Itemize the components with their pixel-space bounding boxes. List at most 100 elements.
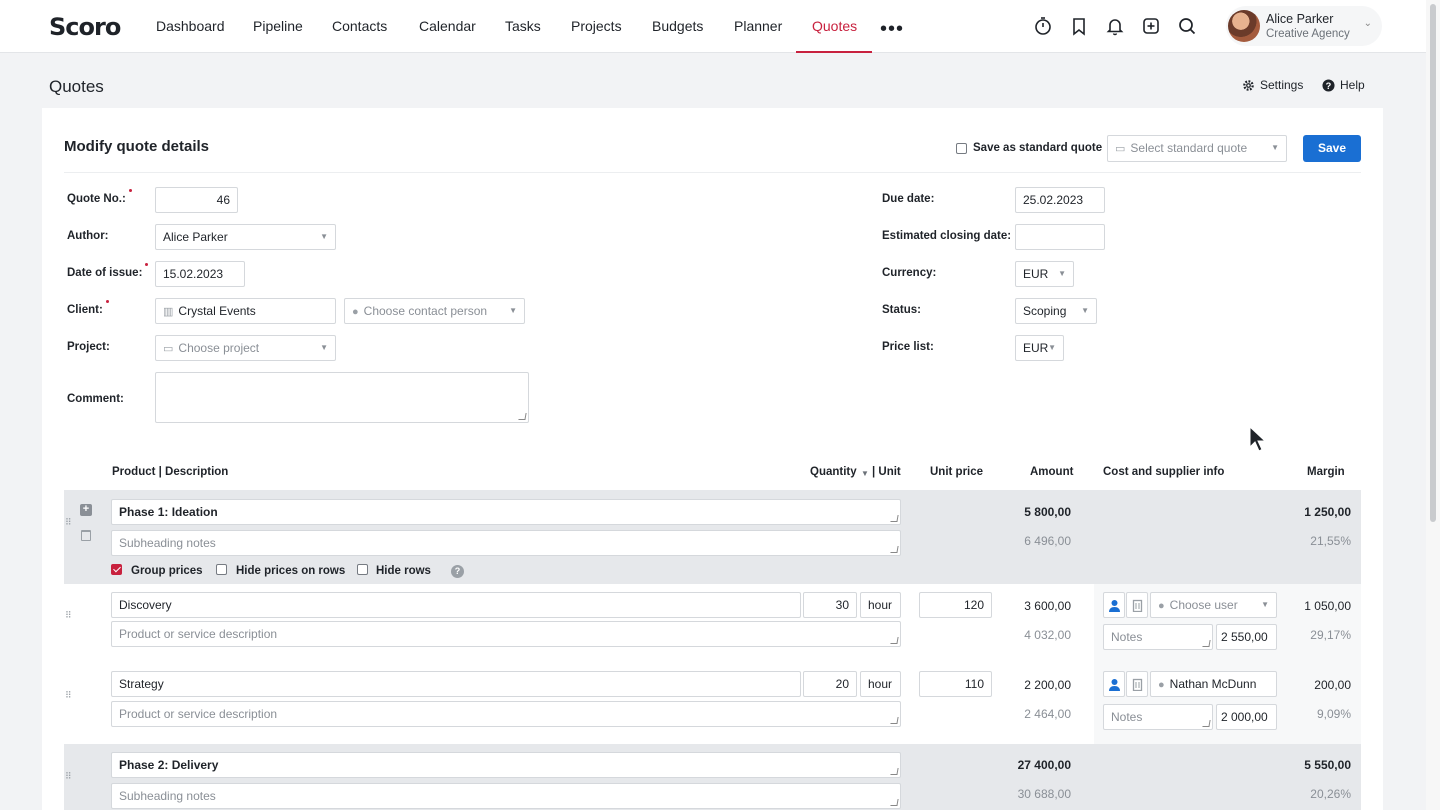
hide-prices-checkbox[interactable] [216, 564, 227, 575]
drag-handle-icon[interactable]: ⠿ [65, 691, 72, 700]
supplier-cost-toggle[interactable] [1126, 592, 1148, 618]
save-button[interactable]: Save [1303, 135, 1361, 162]
row-2-description-input[interactable]: Product or service description [111, 701, 901, 727]
row-2-user-value: Nathan McDunn [1169, 677, 1257, 691]
row-1-unit-price-input[interactable]: 120 [919, 592, 992, 618]
divider [64, 172, 1361, 173]
price-list-value: EUR [1023, 341, 1049, 355]
status-select[interactable]: Scoping ▼ [1015, 298, 1097, 324]
page-title: Quotes [49, 77, 104, 96]
price-list-select[interactable]: EUR ▼ [1015, 335, 1064, 361]
quote-no-input[interactable]: 46 [155, 187, 238, 213]
due-date-input[interactable]: 25.02.2023 [1015, 187, 1105, 213]
internal-cost-toggle[interactable] [1103, 671, 1125, 697]
nav-tasks[interactable]: Tasks [505, 0, 541, 53]
nav-calendar[interactable]: Calendar [419, 0, 476, 53]
nav-contacts[interactable]: Contacts [332, 0, 387, 53]
row-1-user-placeholder: Choose user [1169, 598, 1238, 612]
row-1-cost-input[interactable]: 2 550,00 [1216, 624, 1277, 650]
row-2-unit-price-input[interactable]: 110 [919, 671, 992, 697]
status-label: Status: [882, 304, 921, 316]
row-2-notes-placeholder: Notes [1111, 710, 1143, 724]
row-2-unit-input[interactable]: hour [860, 671, 901, 697]
search-icon[interactable] [1177, 16, 1197, 36]
contact-person-select[interactable]: ● Choose contact person ▼ [344, 298, 525, 324]
bookmark-icon[interactable] [1069, 16, 1089, 36]
row-2-user-select[interactable]: ● Nathan McDunn [1150, 671, 1277, 697]
column-header-unit: | Unit [872, 466, 901, 478]
project-select[interactable]: ▭ Choose project ▼ [155, 335, 336, 361]
help-icon[interactable]: ? [451, 565, 464, 578]
nav-quotes[interactable]: Quotes [796, 0, 872, 53]
drag-handle-icon[interactable]: ⠿ [65, 518, 72, 527]
nav-budgets[interactable]: Budgets [652, 0, 703, 53]
row-2-cost-input[interactable]: 2 000,00 [1216, 704, 1277, 730]
user-menu[interactable]: Alice Parker Creative Agency ⌄ [1226, 6, 1382, 46]
row-2-quantity-input[interactable]: 20 [803, 671, 857, 697]
caret-down-icon: ▼ [1271, 143, 1279, 152]
phase-2-title-input[interactable]: Phase 2: Delivery [111, 752, 901, 778]
gear-icon [1243, 79, 1254, 91]
row-1-amount: 3 600,00 [1024, 599, 1071, 613]
phase-2-margin: 5 550,00 [1304, 758, 1351, 772]
row-2-notes-input[interactable]: Notes [1103, 704, 1213, 730]
client-value: Crystal Events [178, 304, 256, 318]
sort-caret-icon[interactable]: ▼ [861, 469, 869, 478]
nav-planner[interactable]: Planner [734, 0, 782, 53]
caret-down-icon: ▼ [509, 306, 517, 315]
avatar [1228, 10, 1260, 42]
add-row-icon[interactable]: + [80, 504, 92, 516]
caret-down-icon: ▼ [1048, 343, 1056, 352]
help-link[interactable]: ? Help [1322, 78, 1365, 92]
svg-text:?: ? [1326, 80, 1332, 90]
building-icon [1132, 678, 1143, 691]
caret-down-icon: ▼ [1261, 600, 1269, 609]
row-1-user-select[interactable]: ● Choose user ▼ [1150, 592, 1277, 618]
author-select[interactable]: Alice Parker ▼ [155, 224, 336, 250]
phase-1-title-input[interactable]: Phase 1: Ideation [111, 499, 901, 525]
comment-textarea[interactable] [155, 372, 529, 423]
hide-rows-checkbox[interactable] [357, 564, 368, 575]
nav-pipeline[interactable]: Pipeline [253, 0, 303, 53]
more-nav-icon[interactable]: ••• [880, 18, 904, 41]
select-standard-quote[interactable]: ▭ Select standard quote ▼ [1107, 135, 1287, 162]
bell-icon[interactable] [1105, 16, 1125, 36]
scoro-logo[interactable]: Scoro [49, 13, 121, 41]
save-as-standard-label: Save as standard quote [973, 142, 1103, 154]
settings-link[interactable]: Settings [1242, 78, 1303, 92]
column-header-product: Product | Description [112, 466, 229, 478]
trash-icon[interactable] [81, 530, 91, 541]
caret-down-icon: ▼ [320, 343, 328, 352]
date-of-issue-input[interactable]: 15.02.2023 [155, 261, 245, 287]
nav-projects[interactable]: Projects [571, 0, 622, 53]
row-1-unit-input[interactable]: hour [860, 592, 901, 618]
phase-1-notes-input[interactable]: Subheading notes [111, 530, 901, 556]
page-scrollbar[interactable] [1426, 0, 1440, 810]
row-1-product-input[interactable]: Discovery [111, 592, 801, 618]
currency-select[interactable]: EUR ▼ [1015, 261, 1074, 287]
scrollbar-thumb[interactable] [1430, 4, 1436, 522]
column-header-quantity[interactable]: Quantity [810, 466, 857, 478]
phase-2-notes-input[interactable]: Subheading notes [111, 783, 901, 809]
supplier-cost-toggle[interactable] [1126, 671, 1148, 697]
add-new-icon[interactable] [1141, 16, 1161, 36]
user-name: Alice Parker [1266, 12, 1334, 26]
row-2-product-input[interactable]: Strategy [111, 671, 801, 697]
internal-cost-toggle[interactable] [1103, 592, 1125, 618]
nav-dashboard[interactable]: Dashboard [156, 0, 225, 53]
document-icon: ▭ [1115, 143, 1126, 155]
save-as-standard-checkbox[interactable] [956, 143, 967, 154]
person-icon: ● [352, 306, 359, 318]
building-icon [1132, 599, 1143, 612]
group-prices-checkbox[interactable] [111, 564, 122, 575]
drag-handle-icon[interactable]: ⠿ [65, 772, 72, 781]
client-input[interactable]: ▥ Crystal Events [155, 298, 336, 324]
drag-handle-icon[interactable]: ⠿ [65, 611, 72, 620]
row-1-quantity-input[interactable]: 30 [803, 592, 857, 618]
closing-date-input[interactable] [1015, 224, 1105, 250]
phase-2-amount: 27 400,00 [1017, 758, 1071, 772]
row-1-notes-input[interactable]: Notes [1103, 624, 1213, 650]
row-2-margin: 200,00 [1314, 678, 1351, 692]
row-1-description-input[interactable]: Product or service description [111, 621, 901, 647]
timer-icon[interactable] [1033, 16, 1053, 36]
